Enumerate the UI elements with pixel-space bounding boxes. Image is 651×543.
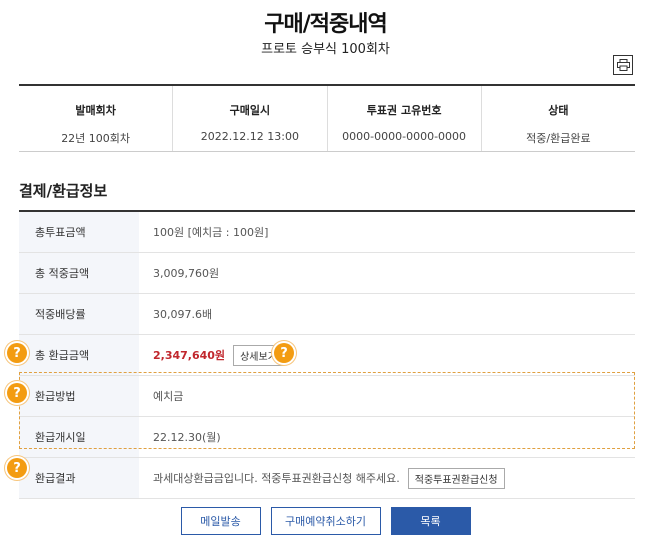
total-bet-value: 100원 [예치금 : 100원]	[153, 226, 269, 239]
row-value: 30,097.6배	[139, 306, 212, 322]
refund-result-value: 과세대상환급금입니다. 적중투표권환급신청 해주세요.	[153, 472, 400, 485]
refund-method-value: 예치금	[153, 390, 184, 403]
total-win-value: 3,009,760원	[153, 267, 220, 280]
row-label: 환급방법	[19, 376, 139, 416]
row-label: 적중배당률	[19, 294, 139, 334]
row-label: 총투표금액	[19, 212, 139, 252]
question-icon[interactable]: ?	[7, 383, 27, 403]
row-value: 예치금	[139, 388, 183, 404]
row-label: 환급개시일	[19, 417, 139, 457]
winning-ticket-refund-button[interactable]: 적중투표권환급신청	[407, 467, 505, 489]
row-label: 총 환급금액	[19, 335, 139, 375]
page-title: 구매/적중내역	[264, 12, 387, 37]
summary-label: 발매회차	[75, 104, 116, 117]
summary-value: 22년 100회차	[61, 132, 131, 145]
table-row: 총투표금액 100원 [예치금 : 100원]	[19, 212, 635, 253]
summary-value: 2022.12.12 13:00	[200, 130, 299, 143]
question-icon[interactable]: ?	[7, 458, 27, 478]
total-refund-value: 2,347,640원	[153, 349, 226, 362]
question-icon[interactable]: ?	[274, 343, 294, 363]
table-row: 총 적중금액 3,009,760원	[19, 253, 635, 294]
print-button[interactable]	[613, 55, 633, 75]
row-value: 2,347,640원 상세보기	[139, 344, 284, 366]
summary-col-status: 상태 적중/환급완료	[482, 86, 635, 151]
page-subtitle: 프로토 승부식 100회차	[261, 42, 390, 57]
table-row: 적중배당률 30,097.6배	[19, 294, 635, 335]
section-title: 결제/환급정보	[19, 182, 108, 200]
row-label: 환급결과	[19, 458, 139, 498]
send-mail-button[interactable]: 메일발송	[180, 507, 261, 535]
row-value: 22.12.30(월)	[139, 429, 221, 445]
summary-col-ticket-id: 투표권 고유번호 0000-0000-0000-0000	[328, 86, 482, 151]
action-buttons: 메일발송 구매예약취소하기 목록	[0, 507, 651, 535]
summary-value: 적중/환급완료	[526, 132, 591, 145]
refund-start-date-value: 22.12.30(월)	[153, 431, 221, 444]
table-row: 총 환급금액 2,347,640원 상세보기	[19, 335, 635, 376]
printer-icon	[616, 59, 630, 71]
odds-value: 30,097.6배	[153, 308, 213, 321]
list-button[interactable]: 목록	[390, 507, 471, 535]
table-row: 환급결과 과세대상환급금입니다. 적중투표권환급신청 해주세요. 적중투표권환급…	[19, 458, 635, 499]
summary-col-round: 발매회차 22년 100회차	[19, 86, 174, 151]
summary-label: 상태	[548, 104, 569, 117]
table-row: 환급방법 예치금	[19, 376, 635, 417]
row-value: 3,009,760원	[139, 265, 219, 281]
summary-label: 투표권 고유번호	[366, 104, 442, 117]
question-icon[interactable]: ?	[7, 343, 27, 363]
summary-value: 0000-0000-0000-0000	[342, 130, 467, 143]
summary-col-date: 구매일시 2022.12.12 13:00	[173, 86, 328, 151]
row-value: 과세대상환급금입니다. 적중투표권환급신청 해주세요. 적중투표권환급신청	[139, 467, 505, 489]
row-value: 100원 [예치금 : 100원]	[139, 224, 268, 240]
summary-label: 구매일시	[229, 104, 271, 117]
purchase-summary: 발매회차 22년 100회차 구매일시 2022.12.12 13:00 투표권…	[19, 84, 635, 152]
cancel-reservation-button[interactable]: 구매예약취소하기	[270, 507, 381, 535]
table-row: 환급개시일 22.12.30(월)	[19, 417, 635, 458]
payment-info-table: 총투표금액 100원 [예치금 : 100원] 총 적중금액 3,009,760…	[19, 210, 635, 499]
row-label: 총 적중금액	[19, 253, 139, 293]
